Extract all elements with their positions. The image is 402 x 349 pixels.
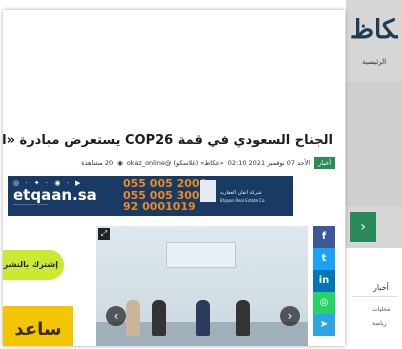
ad-phone-1: 055 005 2000: [123, 177, 208, 190]
ad-company-ar: شركة اتقان العقارية: [220, 190, 262, 196]
speaker: [236, 300, 250, 336]
prev-image-button[interactable]: ‹: [106, 306, 126, 326]
nav-home-link[interactable]: الرئيسية: [362, 58, 386, 66]
conference-screen: [166, 242, 236, 268]
sidebar-section-title[interactable]: أخبار: [373, 283, 389, 292]
sidebar-item-sports[interactable]: رياضة: [372, 320, 387, 327]
category-tag[interactable]: أخبار: [314, 157, 335, 169]
sidebar-panel: [346, 248, 402, 349]
newsletter-subscribe-button[interactable]: إشترك بالنشرة: [3, 250, 64, 280]
ad-phone-numbers: 055 005 2000 055 005 3000 92 0001019: [123, 178, 207, 213]
next-arrow-button[interactable]: ›: [350, 212, 376, 242]
speaker: [152, 300, 166, 336]
linkedin-icon[interactable]: in: [313, 270, 335, 292]
article-date: الأحد 07 نوفمبر 2021 02:10: [227, 159, 311, 167]
ad-contact: ◎ · ✦ · ◉ · ▶ etqaan.sa ─────────── ────…: [13, 179, 97, 207]
ad-phone-3: 92 0001019: [123, 200, 196, 213]
ad-brand: شركة اتقان العقارية Etqaan Real Estate C…: [196, 180, 286, 212]
facebook-icon[interactable]: f: [313, 226, 335, 248]
advertisement-banner[interactable]: ◎ · ✦ · ◉ · ▶ etqaan.sa ─────────── ────…: [8, 176, 293, 216]
speaker: [126, 300, 140, 336]
next-image-button[interactable]: ›: [280, 306, 300, 326]
article-meta: أخبار الأحد 07 نوفمبر 2021 02:10 «عكاظ» …: [81, 157, 335, 169]
article-title: الجناح السعودي في قمة COP26 يستعرض مبادر…: [3, 133, 333, 148]
ad-company-en: Etqaan Real Estate Co.: [220, 198, 266, 203]
divider: [352, 296, 398, 297]
eye-icon: ◉: [117, 159, 123, 167]
side-advertisement[interactable]: ساعد: [3, 306, 73, 346]
expand-icon[interactable]: ⤢: [98, 228, 110, 240]
browser-page: عكاظ الرئيسية › أخبار محليات رياضة الجنا…: [0, 0, 402, 349]
speaker: [196, 300, 210, 336]
article-photo[interactable]: ⤢ ‹ ›: [96, 226, 308, 346]
ad-url: etqaan.sa: [13, 186, 97, 204]
article-overlay: الجناح السعودي في قمة COP26 يستعرض مبادر…: [3, 10, 345, 346]
twitter-icon[interactable]: t: [313, 248, 335, 270]
okaz-logo[interactable]: عكاظ: [350, 18, 398, 42]
share-bar: f t in ◎ ➤: [313, 226, 335, 336]
sidebar-item-local[interactable]: محليات: [372, 306, 390, 313]
building-icon: [200, 180, 216, 202]
background-banner: [346, 82, 402, 206]
whatsapp-icon[interactable]: ◎: [313, 292, 335, 314]
view-count: 20 مشاهدة: [81, 159, 114, 167]
telegram-icon[interactable]: ➤: [313, 314, 335, 336]
article-author[interactable]: «عكاظ» (غلاسكو) @okaz_online: [127, 159, 224, 167]
